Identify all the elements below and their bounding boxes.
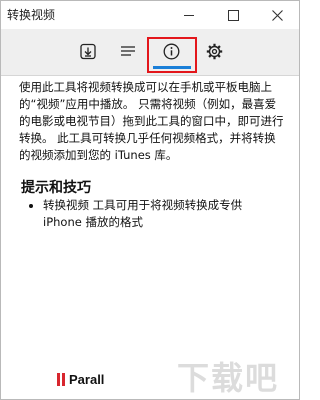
intro-text: 使用此工具将视频转换成可以在手机或平板电脑上的“视频”应用中播放。 只需将视频（… [19,80,284,162]
close-button[interactable] [255,1,299,29]
close-icon [271,9,283,21]
window-title: 转换视频 [7,8,56,22]
info-content: 使用此工具将视频转换成可以在手机或平板电脑上的“视频”应用中播放。 只需将视频（… [19,79,284,164]
download-icon [80,43,96,59]
gear-icon [206,43,222,59]
maximize-icon [227,9,239,21]
tip-text: 转换视频 工具可用于将视频转换成专供 iPhone 播放的格式 [43,198,243,229]
tips-heading: 提示和技巧 [21,180,91,196]
settings-tab[interactable] [197,35,231,67]
annotation-highlight-box [147,37,197,73]
download-tab[interactable] [71,35,105,67]
maximize-button[interactable] [211,1,255,29]
list-item: 转换视频 工具可用于将视频转换成专供 iPhone 播放的格式 [25,197,275,231]
brand-name: Parall [69,372,105,387]
brand-logo: Parall [57,372,104,387]
minimize-icon [184,14,194,16]
list-tab[interactable] [111,35,145,67]
tips-list: 转换视频 工具可用于将视频转换成专供 iPhone 播放的格式 [25,197,275,231]
minimize-button[interactable] [167,1,211,29]
app-window: 转换视频 使用此工具将视频转换成可以在手机或平板电脑上的“视频”应用中播放。 只… [0,0,300,400]
title-bar[interactable]: 转换视频 [1,1,299,29]
menu-lines-icon [121,46,135,56]
watermark: 下载吧 [177,359,280,397]
parallels-logo-icon [57,373,65,386]
bullet-icon [29,204,33,208]
